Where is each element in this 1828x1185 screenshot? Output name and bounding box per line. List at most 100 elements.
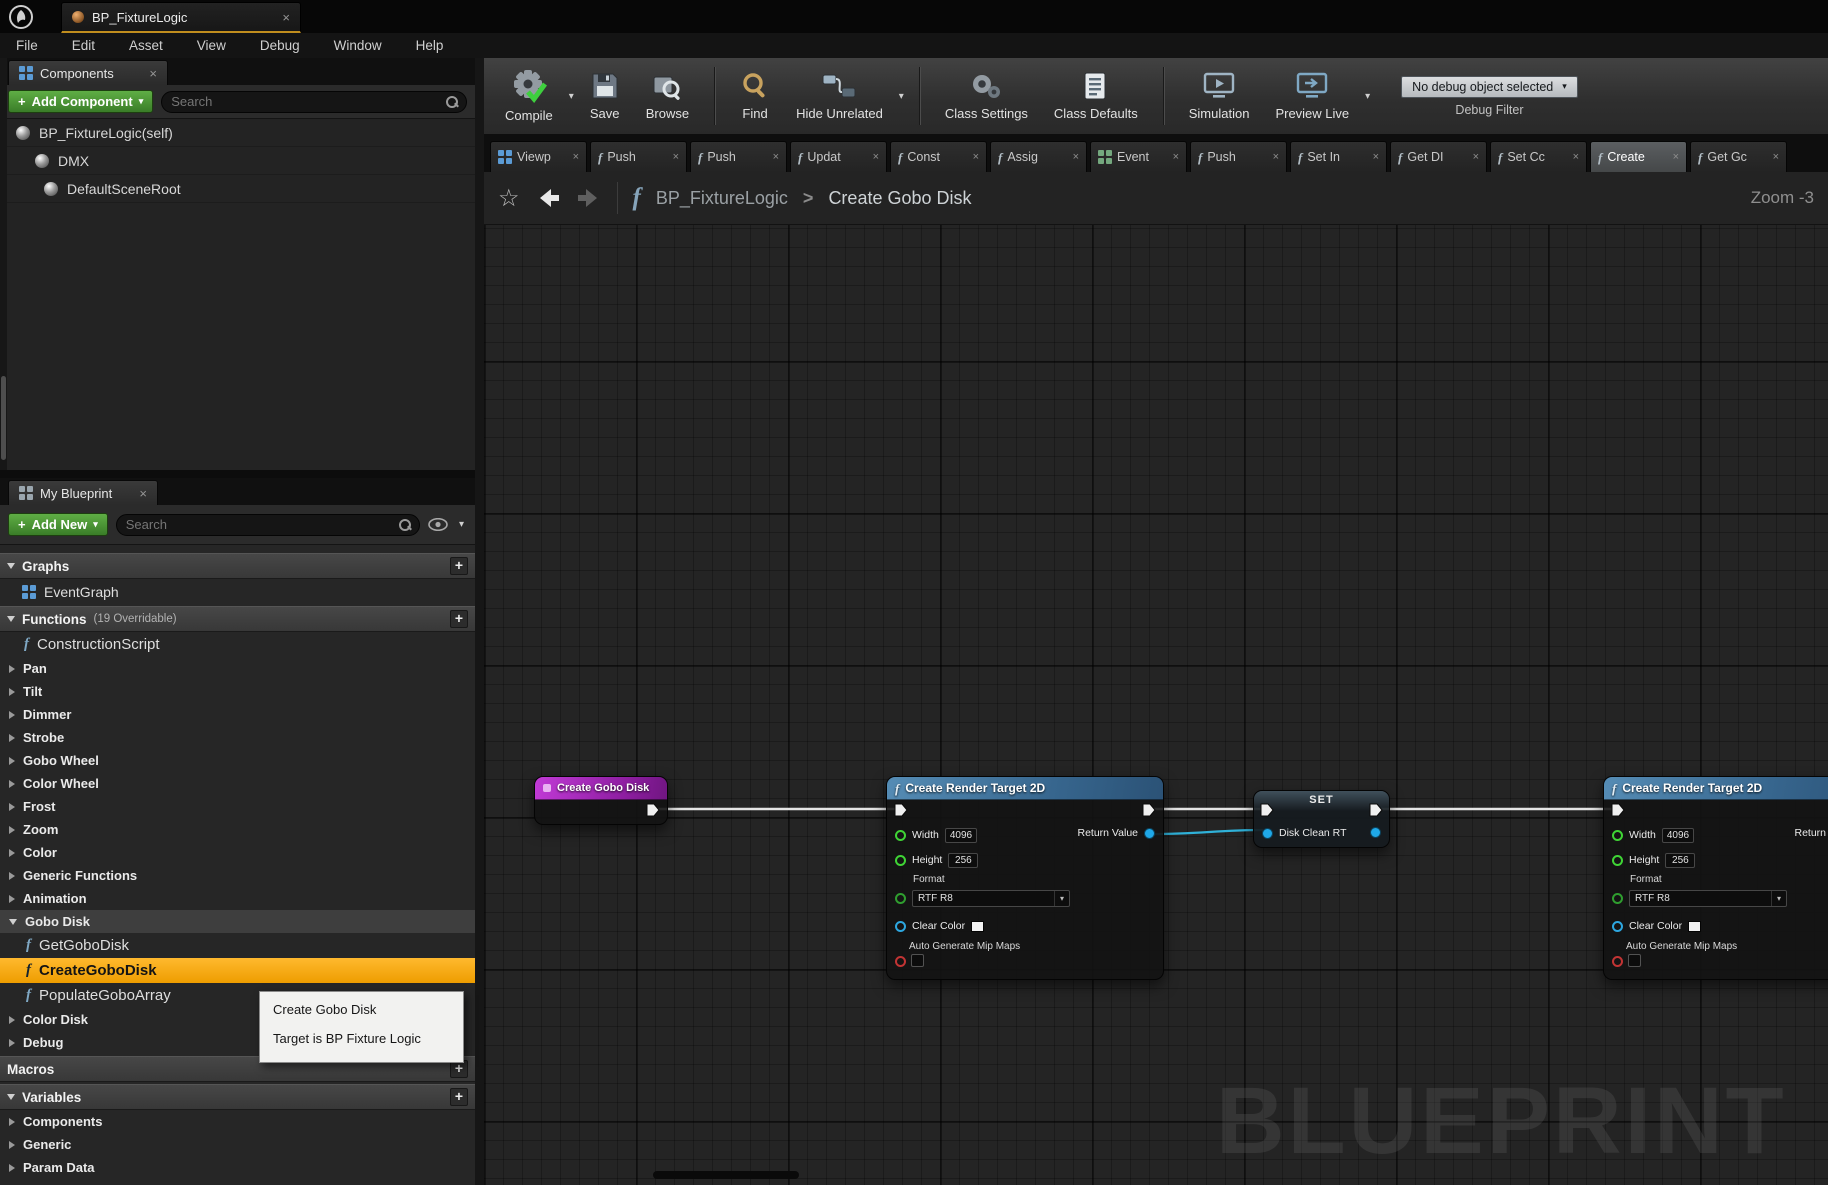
category-dimmer[interactable]: Dimmer [0,703,475,726]
close-icon[interactable]: × [873,151,879,163]
category-strobe[interactable]: Strobe [0,726,475,749]
my-blueprint-search[interactable] [116,514,420,536]
compile-button[interactable]: Compile [492,65,566,127]
menu-view[interactable]: View [197,38,226,53]
section-functions[interactable]: Functions (19 Overridable) + [0,606,475,632]
category-animation[interactable]: Animation [0,887,475,910]
doc-tab-set-in[interactable]: fSet In× [1290,141,1387,172]
close-icon[interactable]: × [773,151,779,163]
height-value-input[interactable]: 256 [948,853,978,868]
browse-button[interactable]: Browse [633,67,702,125]
blueprint-graph-canvas[interactable]: BLUEPRINT Create Gobo Disk f Create Rend… [484,225,1828,1185]
save-button[interactable]: Save [577,67,633,125]
doc-tab-event[interactable]: Event × [1090,141,1187,172]
list-item-getgobodisk[interactable]: f GetGoboDisk [0,933,475,958]
int-pin[interactable] [895,830,906,841]
close-icon[interactable]: × [973,151,979,163]
format-dropdown[interactable]: RTF R8 ▾ [912,890,1070,907]
hide-unrelated-button[interactable]: Hide Unrelated [783,67,896,125]
color-swatch[interactable] [971,921,984,932]
tree-row[interactable]: BP_FixtureLogic(self) [0,119,475,147]
category-components[interactable]: Components [0,1110,475,1133]
node-create-render-target-2[interactable]: f Create Render Target 2D Width 4096 Hei… [1603,776,1828,980]
components-search[interactable] [161,91,467,113]
chevron-down-icon[interactable]: ▾ [456,519,467,530]
class-settings-button[interactable]: Class Settings [932,67,1041,125]
node-set-disk-clean-rt[interactable]: SET Disk Clean RT [1253,790,1390,848]
doc-tab-set-cc[interactable]: fSet Cc× [1490,141,1587,172]
menu-asset[interactable]: Asset [129,38,163,53]
color-swatch[interactable] [1688,921,1701,932]
section-variables[interactable]: Variables + [0,1084,475,1110]
add-variable-button[interactable]: + [450,1088,468,1106]
enum-pin[interactable] [1612,893,1623,904]
favorite-star-icon[interactable]: ☆ [498,184,520,213]
list-item-eventgraph[interactable]: EventGraph [0,579,475,604]
struct-pin[interactable] [895,921,906,932]
breadcrumb-function[interactable]: Create Gobo Disk [828,188,971,209]
category-gobo-disk[interactable]: Gobo Disk [0,910,475,933]
exec-out-pin[interactable] [1142,803,1156,817]
enum-pin[interactable] [895,893,906,904]
doc-tab-update[interactable]: fUpdat× [790,141,887,172]
menu-window[interactable]: Window [334,38,382,53]
tree-row[interactable]: DMX [0,147,475,175]
simulation-button[interactable]: Simulation [1176,67,1263,125]
exec-in-pin[interactable] [1611,803,1625,817]
category-pan[interactable]: Pan [0,657,475,680]
node-header[interactable]: f Create Render Target 2D [1604,777,1828,800]
close-icon[interactable]: × [1373,151,1379,163]
mips-checkbox[interactable] [911,954,924,967]
class-defaults-button[interactable]: Class Defaults [1041,67,1151,125]
doc-tab-const[interactable]: fConst× [890,141,987,172]
components-search-input[interactable] [171,94,440,109]
object-out-pin[interactable] [1370,827,1381,838]
horizontal-scrollbar-thumb[interactable] [653,1171,799,1179]
back-arrow-icon[interactable] [535,187,561,209]
width-value-input[interactable]: 4096 [1662,828,1694,843]
mips-checkbox[interactable] [1628,954,1641,967]
add-graph-button[interactable]: + [450,557,468,575]
list-item-creategobodisk-selected[interactable]: f CreateGoboDisk [0,958,475,983]
close-icon[interactable]: × [1473,151,1479,163]
doc-tab-push-1[interactable]: fPush× [590,141,687,172]
exec-in-pin[interactable] [894,803,908,817]
int-pin[interactable] [1612,830,1623,841]
compile-options-chevron-icon[interactable]: ▾ [566,91,577,102]
add-component-button[interactable]: + Add Component ▾ [8,90,153,113]
panel-splitter[interactable] [0,470,475,478]
width-value-input[interactable]: 4096 [945,828,977,843]
tab-my-blueprint[interactable]: My Blueprint × [8,480,158,505]
close-icon[interactable]: × [1073,151,1079,163]
preview-live-button[interactable]: Preview Live [1262,67,1362,125]
object-pin[interactable] [1262,828,1273,839]
preview-live-chevron-icon[interactable]: ▾ [1362,91,1373,102]
forward-arrow-icon[interactable] [576,187,602,209]
add-new-button[interactable]: + Add New ▾ [8,513,108,536]
bool-pin[interactable] [895,956,906,967]
doc-tab-create-active[interactable]: fCreate× [1590,141,1687,172]
node-header[interactable]: f Create Render Target 2D [887,777,1163,800]
category-color-wheel[interactable]: Color Wheel [0,772,475,795]
exec-out-pin[interactable] [646,803,660,817]
bool-pin[interactable] [1612,956,1623,967]
list-item-constructionscript[interactable]: f ConstructionScript [0,632,475,657]
exec-out-pin[interactable] [1369,803,1383,817]
close-icon[interactable]: × [139,486,147,501]
format-dropdown[interactable]: RTF R8 ▾ [1629,890,1787,907]
debug-object-select[interactable]: No debug object selected ▾ [1401,76,1578,98]
doc-tab-assign[interactable]: fAssig× [990,141,1087,172]
doc-tab-push-3[interactable]: fPush× [1190,141,1287,172]
int-pin[interactable] [895,855,906,866]
category-color[interactable]: Color [0,841,475,864]
doc-tab-get-di[interactable]: fGet DI× [1390,141,1487,172]
category-tilt[interactable]: Tilt [0,680,475,703]
close-icon[interactable]: × [673,151,679,163]
height-value-input[interactable]: 256 [1665,853,1695,868]
close-icon[interactable]: × [573,151,579,163]
doc-tab-viewport[interactable]: Viewp × [490,141,587,172]
category-param-data[interactable]: Param Data [0,1156,475,1179]
tree-row[interactable]: DefaultSceneRoot [0,175,475,203]
section-graphs[interactable]: Graphs + [0,553,475,579]
components-scrollbar[interactable] [0,58,7,470]
